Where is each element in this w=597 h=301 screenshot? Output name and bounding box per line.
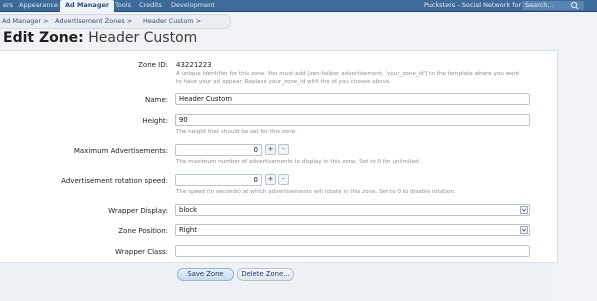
max-ads-label: Maximum Advertisements:	[73, 147, 168, 155]
zone-id-hint-line1: A unique identifier for this zone. You m…	[176, 71, 520, 77]
breadcrumb-ad-manager[interactable]: Ad Manager >	[2, 15, 49, 27]
max-ads-decrement-button[interactable]: -	[278, 144, 289, 155]
zone-position-select[interactable]: Right	[175, 224, 530, 236]
max-ads-hint: The maximum number of advertisements to …	[176, 159, 421, 165]
search-icon[interactable]	[569, 1, 581, 10]
rotation-speed-decrement-button[interactable]: -	[278, 174, 289, 185]
name-input[interactable]: Header Custom	[175, 93, 530, 105]
zone-position-value: Right	[179, 226, 197, 234]
wrapper-class-input[interactable]	[175, 245, 530, 257]
wrapper-display-label: Wrapper Display:	[108, 207, 168, 215]
zone-id-value: 43221223	[176, 61, 212, 69]
nav-tab-development[interactable]: Development	[166, 0, 220, 11]
rotation-speed-label: Advertisement rotation speed:	[61, 177, 168, 185]
page-title-zone-name: Header Custom	[88, 30, 198, 46]
name-label: Name:	[144, 96, 168, 104]
rotation-speed-increment-button[interactable]: +	[265, 174, 276, 185]
wrapper-display-value: block	[179, 206, 198, 214]
rotation-speed-hint: The speed (in seconds) at which advertis…	[176, 189, 456, 195]
max-ads-input[interactable]: 0	[175, 144, 262, 156]
chevron-down-icon[interactable]	[520, 226, 528, 234]
rotation-speed-input[interactable]: 0	[175, 174, 262, 186]
height-label: Height:	[142, 117, 169, 125]
max-ads-increment-button[interactable]: +	[265, 144, 276, 155]
page-title: Edit Zone: Header Custom	[3, 30, 197, 46]
breadcrumb: Ad Manager > Advertisement Zones > Heade…	[0, 14, 231, 29]
breadcrumb-advertisement-zones[interactable]: Advertisement Zones >	[55, 15, 132, 27]
wrapper-display-select[interactable]: block	[175, 204, 530, 216]
nav-tab-tools[interactable]: Tools	[110, 0, 136, 11]
site-name-link[interactable]: Pucksters - Social Network for the	[424, 0, 534, 11]
zone-id-hint-line2: to have your ad appear. Replace your_zon…	[176, 79, 392, 85]
zone-position-label: Zone Position:	[118, 227, 168, 235]
chevron-down-icon[interactable]	[520, 206, 528, 214]
height-input[interactable]: 90	[175, 114, 530, 126]
zone-id-label: Zone ID:	[138, 61, 168, 69]
nav-tab-credits[interactable]: Credits	[134, 0, 167, 11]
wrapper-class-label: Wrapper Class:	[115, 248, 168, 256]
delete-zone-button[interactable]: Delete Zone...	[237, 268, 294, 281]
nav-tab-appearance[interactable]: Appearance	[14, 0, 63, 11]
nav-tab-ad-manager[interactable]: Ad Manager	[60, 0, 115, 12]
top-navigation-bar: ers Appearance Ad Manager Tools Credits …	[0, 0, 597, 12]
breadcrumb-header-custom[interactable]: Header Custom >	[143, 15, 201, 27]
height-hint: The height that should be set for this z…	[176, 129, 297, 135]
save-zone-button[interactable]: Save Zone	[177, 268, 234, 281]
page-title-prefix: Edit Zone:	[3, 30, 84, 46]
